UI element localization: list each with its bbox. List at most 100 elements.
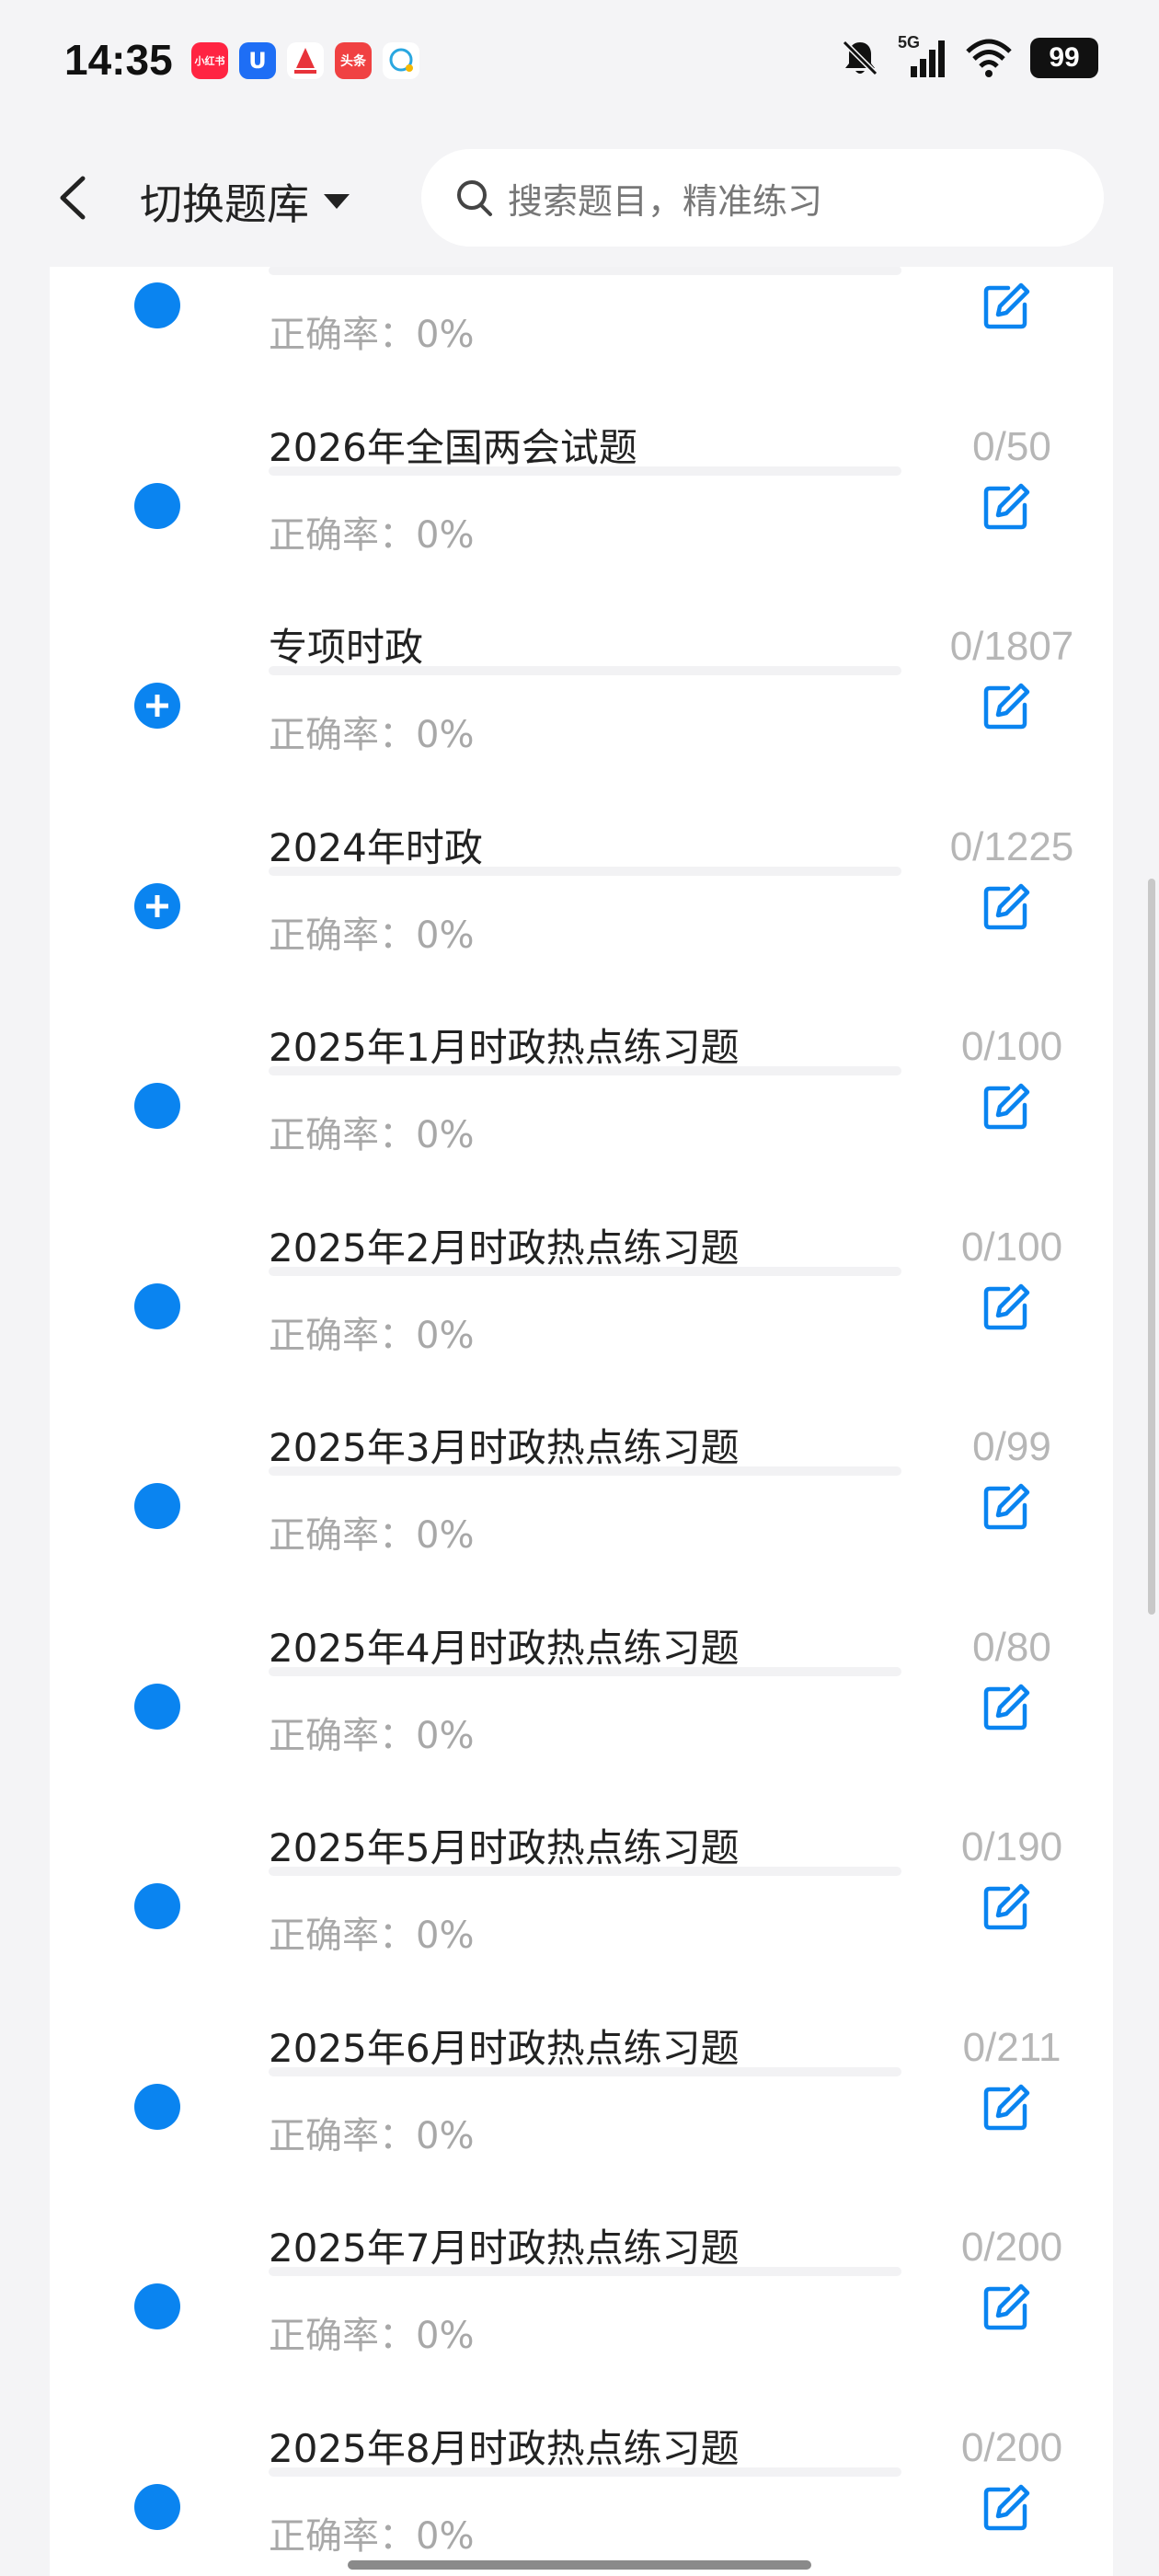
signal-indicator: 5G — [898, 33, 947, 79]
progress-bar — [269, 1666, 901, 1676]
progress-bar — [269, 866, 901, 876]
edit-icon — [983, 1883, 1030, 1930]
back-button[interactable] — [46, 166, 101, 230]
item-title: 2025年1月时政热点练习题 — [269, 1025, 740, 1070]
accuracy-text: 正确率：0% — [269, 914, 475, 957]
practice-edit-button[interactable] — [981, 881, 1032, 933]
status-dot-icon — [134, 1483, 180, 1529]
accuracy-text: 正确率：0% — [269, 1114, 475, 1156]
progress-count: 0/211 — [962, 2024, 1061, 2070]
status-dot-icon — [134, 1282, 180, 1329]
progress-bar — [269, 1266, 901, 1276]
edit-icon — [983, 1483, 1030, 1530]
progress-count: 0/50 — [972, 423, 1051, 469]
progress-count: 0/99 — [972, 1424, 1051, 1469]
status-indicators: 5G 99 — [839, 33, 1098, 79]
accuracy-text: 正确率：0% — [269, 2315, 475, 2357]
search-placeholder: 搜索题目，精准练习 — [508, 180, 823, 222]
edit-icon — [983, 1083, 1030, 1130]
home-indicator[interactable] — [348, 2560, 811, 2570]
progress-bar — [269, 466, 901, 476]
accuracy-text: 正确率：0% — [269, 1514, 475, 1557]
progress-count: 0/80 — [972, 1624, 1051, 1670]
expand-plus-icon[interactable] — [134, 683, 180, 729]
practice-edit-button[interactable] — [981, 2482, 1032, 2534]
mute-bell-icon — [842, 40, 878, 76]
question-bank-list: 两会-综合练习正确率：0%1/2332026年全国两会试题正确率：0%0/50专… — [50, 224, 1113, 2576]
edit-icon — [983, 282, 1030, 329]
item-title: 2025年2月时政热点练习题 — [269, 1225, 740, 1271]
item-title: 专项时政 — [269, 625, 424, 670]
practice-edit-button[interactable] — [981, 1682, 1032, 1733]
status-dot-icon — [134, 2483, 180, 2530]
status-dot-icon — [134, 2083, 180, 2130]
toutiao-icon: 头条 — [335, 42, 372, 79]
practice-edit-button[interactable] — [981, 2282, 1032, 2333]
progress-count: 0/190 — [960, 1824, 1063, 1869]
item-title: 2026年全国两会试题 — [269, 424, 637, 470]
progress-count: 0/1807 — [949, 624, 1074, 669]
battery-indicator: 99 — [1030, 38, 1098, 78]
status-dot-icon — [134, 1083, 180, 1129]
status-bar: 14:35 小红书 U 头条 5G 99 — [0, 0, 1159, 129]
progress-bar — [269, 2467, 901, 2477]
status-dot-icon — [134, 1683, 180, 1730]
progress-bar — [269, 1867, 901, 1876]
switch-bank-dropdown[interactable]: 切换题库 — [140, 171, 351, 232]
progress-count: 0/200 — [960, 2225, 1063, 2270]
item-title: 2025年4月时政热点练习题 — [269, 1625, 740, 1671]
status-dot-icon — [134, 1883, 180, 1929]
progress-bar — [269, 2267, 901, 2276]
boat-app-icon — [287, 42, 324, 79]
practice-edit-button[interactable] — [981, 681, 1032, 732]
edit-icon — [983, 2484, 1030, 2530]
accuracy-text: 正确率：0% — [269, 1314, 475, 1357]
item-title: 2024年时政 — [269, 824, 483, 870]
signal-bars-icon — [911, 40, 945, 77]
practice-edit-button[interactable] — [981, 1282, 1032, 1333]
status-dot-icon — [134, 2283, 180, 2329]
progress-bar — [269, 1066, 901, 1075]
chat-bubble-icon — [383, 42, 419, 79]
expand-plus-icon[interactable] — [134, 882, 180, 929]
top-nav-bar: 切换题库 搜索题目，精准练习 — [0, 129, 1159, 267]
wifi-icon — [966, 39, 1012, 77]
status-dot-icon — [134, 282, 180, 328]
practice-edit-button[interactable] — [981, 1881, 1032, 1933]
practice-edit-button[interactable] — [981, 481, 1032, 533]
progress-bar — [269, 666, 901, 675]
progress-bar — [269, 1466, 901, 1476]
progress-count: 0/200 — [960, 2424, 1063, 2470]
progress-count: 0/100 — [960, 1224, 1063, 1270]
practice-edit-button[interactable] — [981, 1081, 1032, 1133]
progress-count: 0/100 — [960, 1024, 1063, 1069]
progress-count: 0/1225 — [949, 823, 1074, 869]
edit-icon — [983, 2084, 1030, 2130]
accuracy-text: 正确率：0% — [269, 714, 475, 756]
notification-app-icons: 小红书 U 头条 — [191, 42, 419, 79]
item-title: 2025年8月时政热点练习题 — [269, 2425, 740, 2471]
practice-edit-button[interactable] — [981, 1481, 1032, 1533]
edit-icon — [983, 883, 1030, 929]
progress-bar — [269, 266, 901, 275]
item-title: 2025年7月时政热点练习题 — [269, 2225, 740, 2271]
item-title: 2025年5月时政热点练习题 — [269, 1825, 740, 1870]
edit-icon — [983, 483, 1030, 529]
status-dot-icon — [134, 482, 180, 529]
search-input[interactable]: 搜索题目，精准练习 — [421, 149, 1104, 247]
scrollbar[interactable] — [1148, 879, 1155, 1615]
progress-bar — [269, 2066, 901, 2076]
practice-edit-button[interactable] — [981, 281, 1032, 332]
chevron-left-icon — [60, 176, 86, 220]
edit-icon — [983, 1684, 1030, 1730]
xiaohongshu-icon: 小红书 — [191, 42, 228, 79]
edit-icon — [983, 1283, 1030, 1329]
practice-edit-button[interactable] — [981, 2082, 1032, 2133]
accuracy-text: 正确率：0% — [269, 1714, 475, 1757]
edit-icon — [983, 2283, 1030, 2330]
shield-app-icon: U — [239, 42, 276, 79]
accuracy-text: 正确率：0% — [269, 2114, 475, 2157]
item-title: 2025年6月时政热点练习题 — [269, 2025, 740, 2071]
accuracy-text: 正确率：0% — [269, 1915, 475, 1957]
search-icon — [457, 180, 492, 216]
